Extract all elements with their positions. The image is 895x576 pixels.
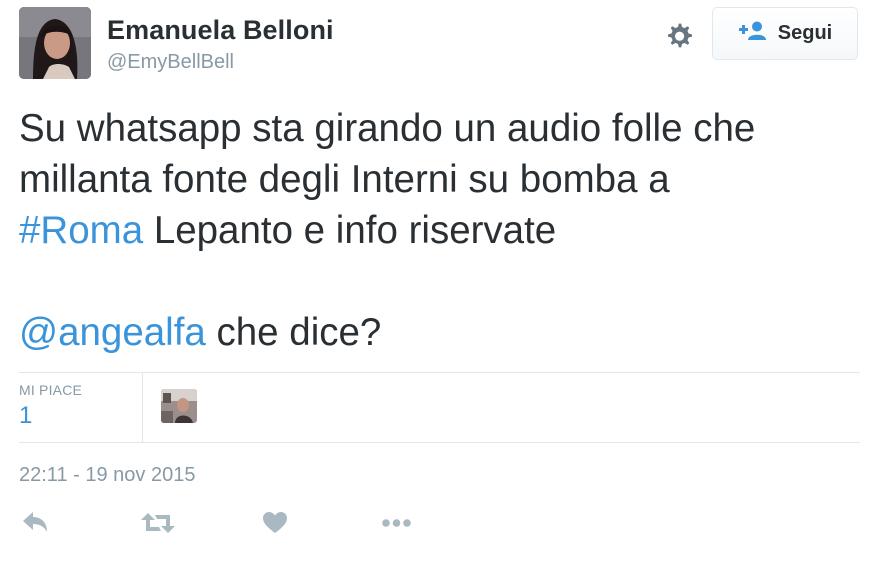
- liker-avatar[interactable]: [161, 389, 197, 423]
- tweet-line: millanta fonte degli Interni su bomba a: [19, 158, 670, 201]
- hashtag-text: Roma: [40, 209, 144, 252]
- stats-separator: [142, 373, 143, 442]
- mention-text: angealfa: [58, 311, 206, 354]
- more-dots-icon: [381, 519, 413, 540]
- likes-count[interactable]: 1: [19, 402, 32, 430]
- user-display-name[interactable]: Emanuela Belloni: [107, 15, 334, 46]
- follow-button-label: Segui: [777, 22, 833, 44]
- reply-icon: [21, 512, 49, 540]
- divider: [19, 372, 860, 373]
- tweet-line: @angealfa che dice?: [19, 307, 879, 358]
- retweet-button[interactable]: [141, 510, 175, 541]
- divider: [19, 442, 860, 443]
- retweet-icon: [141, 513, 175, 540]
- user-handle[interactable]: @EmyBellBell: [107, 51, 234, 74]
- hashtag-symbol: #: [19, 209, 41, 252]
- tweet-timestamp[interactable]: 22:11 - 19 nov 2015: [19, 464, 195, 487]
- mention-link[interactable]: @angealfa: [19, 311, 206, 354]
- likes-label: MI PIACE: [19, 382, 83, 398]
- tweet-text-segment: che dice?: [205, 311, 382, 354]
- more-button[interactable]: [381, 510, 413, 541]
- gear-icon[interactable]: [664, 20, 696, 52]
- profile-avatar[interactable]: [19, 7, 91, 79]
- heart-icon: [262, 512, 288, 540]
- tweet-line: Su whatsapp sta girando un audio folle c…: [19, 107, 756, 150]
- mention-symbol: @: [19, 311, 59, 354]
- follow-button[interactable]: Segui: [712, 7, 858, 60]
- reply-button[interactable]: [21, 510, 49, 541]
- tweet-text-segment: Lepanto e info riservate: [143, 209, 557, 252]
- follow-user-plus-icon: [738, 20, 768, 47]
- like-button[interactable]: [262, 510, 288, 541]
- tweet-line: #Roma Lepanto e info riservate: [19, 205, 879, 256]
- tweet-text: Su whatsapp sta girando un audio folle c…: [19, 103, 879, 358]
- hashtag-link[interactable]: #Roma: [19, 209, 143, 252]
